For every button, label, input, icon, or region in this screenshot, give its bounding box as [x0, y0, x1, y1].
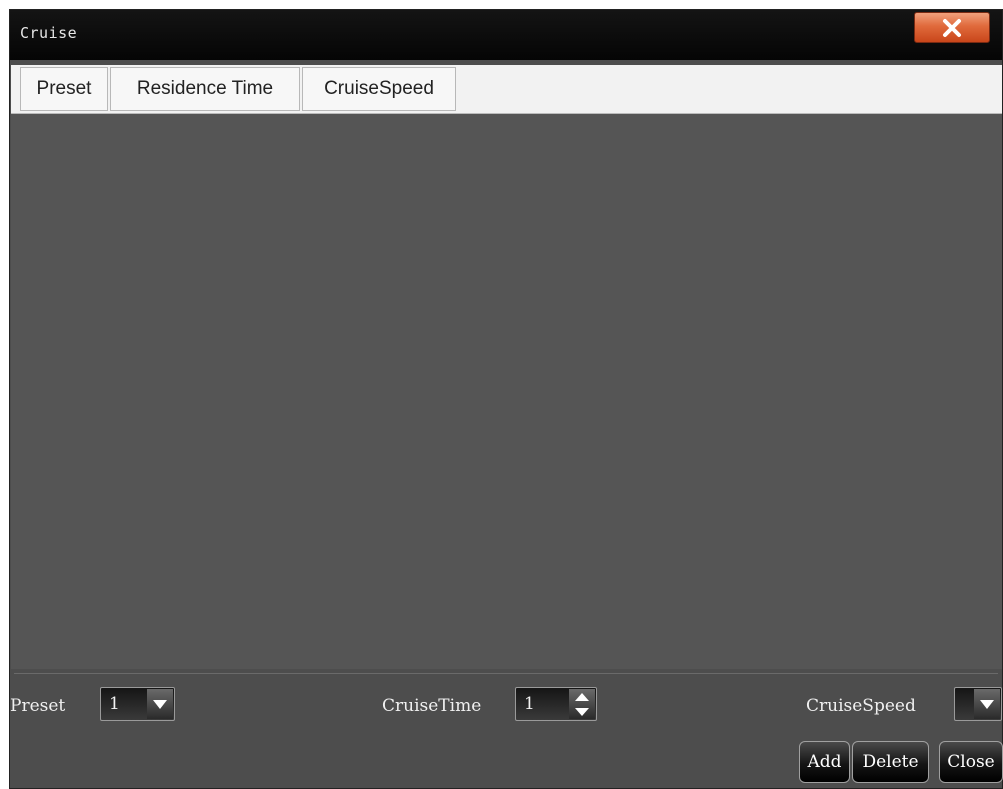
column-header-preset[interactable]: Preset [20, 67, 108, 111]
table-header: Preset Residence Time CruiseSpeed [11, 65, 1002, 114]
add-button[interactable]: Add [799, 741, 850, 783]
cruise-time-value: 1 [524, 694, 535, 714]
preset-value: 1 [109, 694, 120, 714]
divider [14, 673, 998, 674]
column-header-cruise-speed[interactable]: CruiseSpeed [302, 67, 456, 111]
preset-label: Preset [10, 696, 66, 716]
title-bar[interactable]: Cruise [10, 10, 1002, 60]
close-button[interactable]: Close [939, 741, 1003, 783]
cruise-speed-dropdown[interactable] [954, 687, 1002, 721]
preset-dropdown[interactable]: 1 [100, 687, 175, 721]
close-x-icon [943, 18, 961, 37]
preset-dropdown-button[interactable] [147, 689, 173, 719]
window-title: Cruise [20, 24, 78, 42]
cruise-dialog: Cruise Preset Residence Time CruiseSpeed… [9, 9, 1003, 789]
cruise-speed-label: CruiseSpeed [806, 696, 916, 716]
triangle-up-icon[interactable] [575, 692, 589, 701]
triangle-down-icon [980, 699, 994, 709]
triangle-down-icon [153, 699, 167, 709]
cruise-speed-dropdown-button[interactable] [974, 689, 1000, 719]
triangle-down-icon[interactable] [575, 707, 589, 716]
cruise-table-body[interactable] [11, 114, 1002, 669]
column-header-residence-time[interactable]: Residence Time [110, 67, 300, 111]
cruise-time-spinbox[interactable]: 1 [515, 687, 597, 721]
close-window-button[interactable] [914, 12, 990, 43]
cruise-time-label: CruiseTime [382, 696, 482, 716]
cruise-time-spin-buttons[interactable] [569, 689, 595, 719]
delete-button[interactable]: Delete [852, 741, 929, 783]
